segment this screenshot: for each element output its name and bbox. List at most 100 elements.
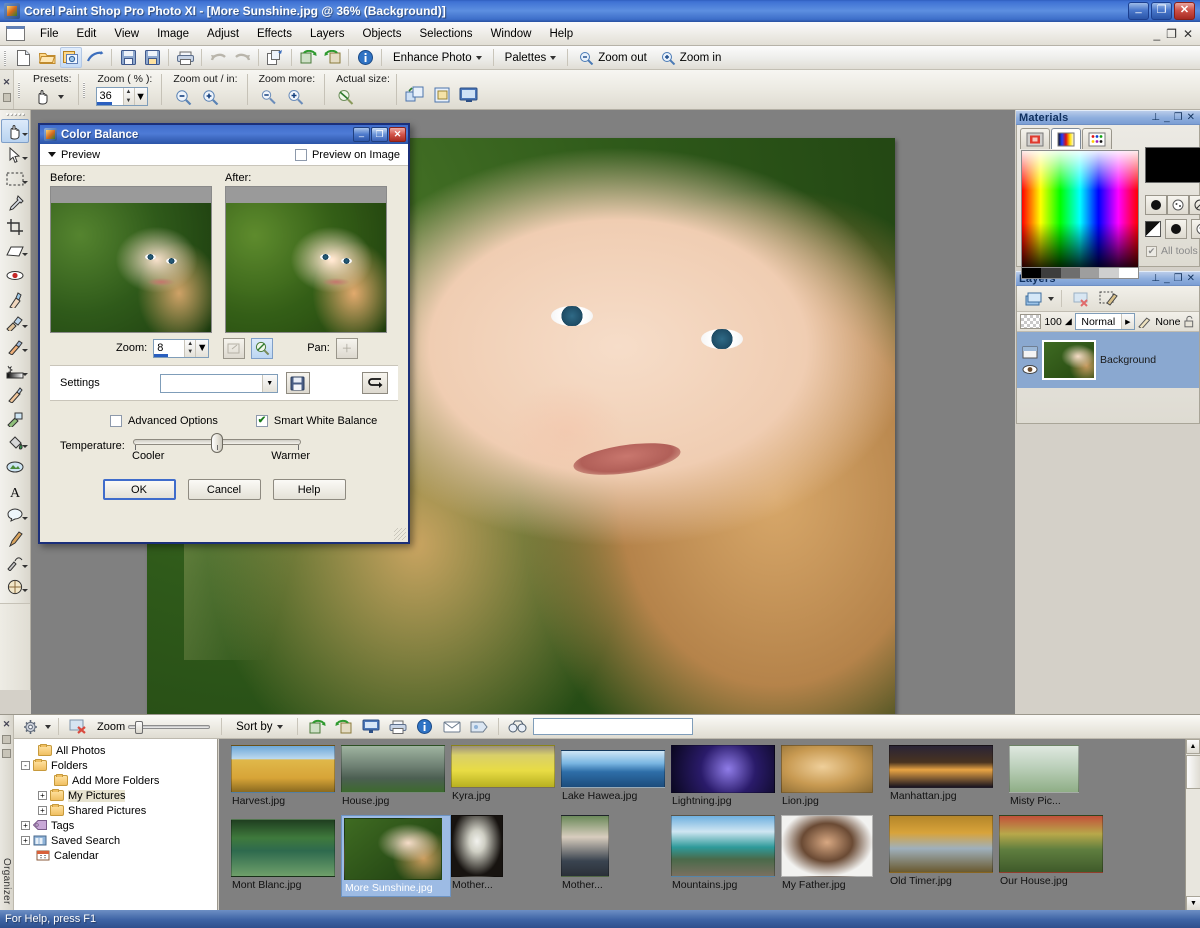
tree-item-all-photos[interactable]: All Photos xyxy=(16,743,215,758)
restore-button[interactable]: ❐ xyxy=(1151,2,1172,20)
pin-icon[interactable] xyxy=(2,749,11,758)
pen-tool[interactable] xyxy=(1,527,29,551)
smart-white-balance-checkbox[interactable]: ✔ xyxy=(255,415,268,427)
menu-selections[interactable]: Selections xyxy=(411,25,482,43)
thumbnail-item[interactable]: Lion.jpg xyxy=(781,745,891,807)
tool-options-grip[interactable] xyxy=(17,82,22,98)
maximize-icon[interactable]: ❐ xyxy=(1172,112,1185,123)
preview-toggle[interactable]: Preview xyxy=(48,149,100,161)
tool-flyout-arrow[interactable] xyxy=(22,349,28,352)
foreground-texture-style-icon[interactable] xyxy=(1167,195,1189,215)
expand-icon[interactable]: + xyxy=(38,806,47,815)
sort-by-button[interactable]: Sort by xyxy=(229,721,289,733)
pin-icon[interactable] xyxy=(2,93,11,102)
chevron-down-icon[interactable]: ▶ xyxy=(1120,314,1134,329)
print-organizer-icon[interactable] xyxy=(387,716,409,737)
thumbnail-item[interactable]: Harvest.jpg xyxy=(231,745,341,807)
flood-fill-tool[interactable] xyxy=(1,431,29,455)
rainbow-tab[interactable] xyxy=(1051,128,1081,149)
new-icon[interactable] xyxy=(12,47,34,68)
tools-palette-grip[interactable] xyxy=(5,112,25,117)
spin-down-icon[interactable]: ▼ xyxy=(124,97,134,106)
thumbnail-item[interactable]: Old Timer.jpg xyxy=(889,815,999,887)
scratch-remover-tool[interactable] xyxy=(1,335,29,359)
scrollbar-thumb[interactable] xyxy=(1186,755,1200,789)
spin-up-icon[interactable]: ▲ xyxy=(185,340,195,349)
organizer-folder-tree[interactable]: All Photos - Folders Add More Folders + … xyxy=(14,739,218,911)
tool-flyout-arrow[interactable] xyxy=(22,565,28,568)
tree-item-tags[interactable]: + Tags xyxy=(16,818,215,833)
tool-flyout-arrow[interactable] xyxy=(22,157,28,160)
find-icon[interactable] xyxy=(507,716,529,737)
preview-on-image-checkbox[interactable] xyxy=(294,148,307,161)
zoom-group-grip[interactable] xyxy=(81,82,87,98)
frame-tab[interactable] xyxy=(1020,128,1050,149)
tool-flyout-arrow[interactable] xyxy=(22,133,28,136)
save-preset-button[interactable] xyxy=(285,372,310,394)
close-icon[interactable]: ✕ xyxy=(1185,273,1197,284)
tool-options-dock[interactable]: ✕ xyxy=(0,70,14,109)
paint-brush-tool[interactable] xyxy=(1,383,29,407)
cancel-button[interactable]: Cancel xyxy=(187,479,261,500)
tool-flyout-arrow[interactable] xyxy=(22,517,28,520)
spin-up-icon[interactable]: ▲ xyxy=(124,88,134,97)
tree-item-folders[interactable]: - Folders xyxy=(16,758,215,773)
tree-item-calendar[interactable]: Calendar xyxy=(16,848,215,863)
advanced-options-checkbox[interactable] xyxy=(110,415,122,427)
maximize-icon[interactable] xyxy=(2,735,11,744)
close-icon[interactable]: ✕ xyxy=(3,77,11,88)
zoom-out-step-icon[interactable] xyxy=(172,86,194,107)
unlock-icon[interactable] xyxy=(1183,315,1196,328)
layer-properties-icon[interactable] xyxy=(1097,288,1119,309)
tool-flyout-arrow[interactable] xyxy=(22,445,28,448)
zoom-dropdown-icon[interactable]: ▼ xyxy=(133,88,147,105)
opacity-slider-icon[interactable]: ◢ xyxy=(1065,316,1072,327)
before-preview[interactable] xyxy=(50,186,212,333)
minimize-icon[interactable]: _ xyxy=(1162,273,1172,284)
menu-window[interactable]: Window xyxy=(482,25,541,43)
chevron-down-icon[interactable] xyxy=(45,724,51,729)
organizer-scrollbar[interactable]: ▲ ▼ xyxy=(1185,739,1200,911)
open-icon[interactable] xyxy=(36,47,58,68)
new-layer-icon[interactable] xyxy=(1022,288,1044,309)
menu-adjust[interactable]: Adjust xyxy=(198,25,248,43)
scroll-up-icon[interactable]: ▲ xyxy=(1186,739,1200,754)
menu-image[interactable]: Image xyxy=(148,25,198,43)
color-gradient-picker[interactable] xyxy=(1021,150,1139,268)
blend-mode-combo[interactable]: Normal ▶ xyxy=(1074,313,1135,330)
organizer-tab-label[interactable]: Organizer xyxy=(1,858,12,905)
close-icon[interactable]: ✕ xyxy=(3,719,11,730)
close-icon[interactable]: ✕ xyxy=(1185,112,1197,123)
rotate-left-icon[interactable] xyxy=(297,47,319,68)
all-tools-checkbox-row[interactable]: ✔ All tools xyxy=(1145,245,1200,257)
minimize-icon[interactable]: _ xyxy=(1162,112,1172,123)
tool-flyout-arrow[interactable] xyxy=(22,325,28,328)
red-eye-tool[interactable] xyxy=(1,263,29,287)
fit-image-icon[interactable] xyxy=(431,85,453,106)
thumbnail-item[interactable]: Mountains.jpg xyxy=(671,815,781,891)
pin-icon[interactable]: ⊥ xyxy=(1149,112,1162,123)
ok-button[interactable]: OK xyxy=(102,479,176,500)
undo-icon[interactable] xyxy=(207,47,229,68)
layer-visibility-icon[interactable] xyxy=(1022,364,1038,375)
dialog-maximize-button[interactable]: ❐ xyxy=(371,127,388,142)
zoom-spin-buttons[interactable]: ▲ ▼ xyxy=(122,88,134,106)
menu-file[interactable]: File xyxy=(31,25,68,43)
slideshow-icon[interactable] xyxy=(360,716,382,737)
info-organizer-icon[interactable] xyxy=(414,716,436,737)
info-icon[interactable] xyxy=(354,47,376,68)
doc-restore-button[interactable]: ❐ xyxy=(1166,28,1177,40)
text-tool[interactable]: A xyxy=(1,479,29,503)
thumbnail-item[interactable]: Our House.jpg xyxy=(999,815,1109,887)
dialog-close-button[interactable]: ✕ xyxy=(389,127,406,142)
tree-item-my-pictures[interactable]: + My Pictures xyxy=(16,788,215,803)
browse-icon[interactable] xyxy=(60,47,82,68)
rotate-right-organizer-icon[interactable] xyxy=(333,716,355,737)
menu-edit[interactable]: Edit xyxy=(68,25,106,43)
dropper-tool[interactable] xyxy=(1,191,29,215)
zoom-in-button[interactable]: Zoom in xyxy=(654,51,729,65)
pick-tool[interactable] xyxy=(1,143,29,167)
collapse-icon[interactable]: - xyxy=(21,761,30,770)
dodge-burn-tool[interactable] xyxy=(1,359,29,383)
airbrush-tool[interactable] xyxy=(1,407,29,431)
